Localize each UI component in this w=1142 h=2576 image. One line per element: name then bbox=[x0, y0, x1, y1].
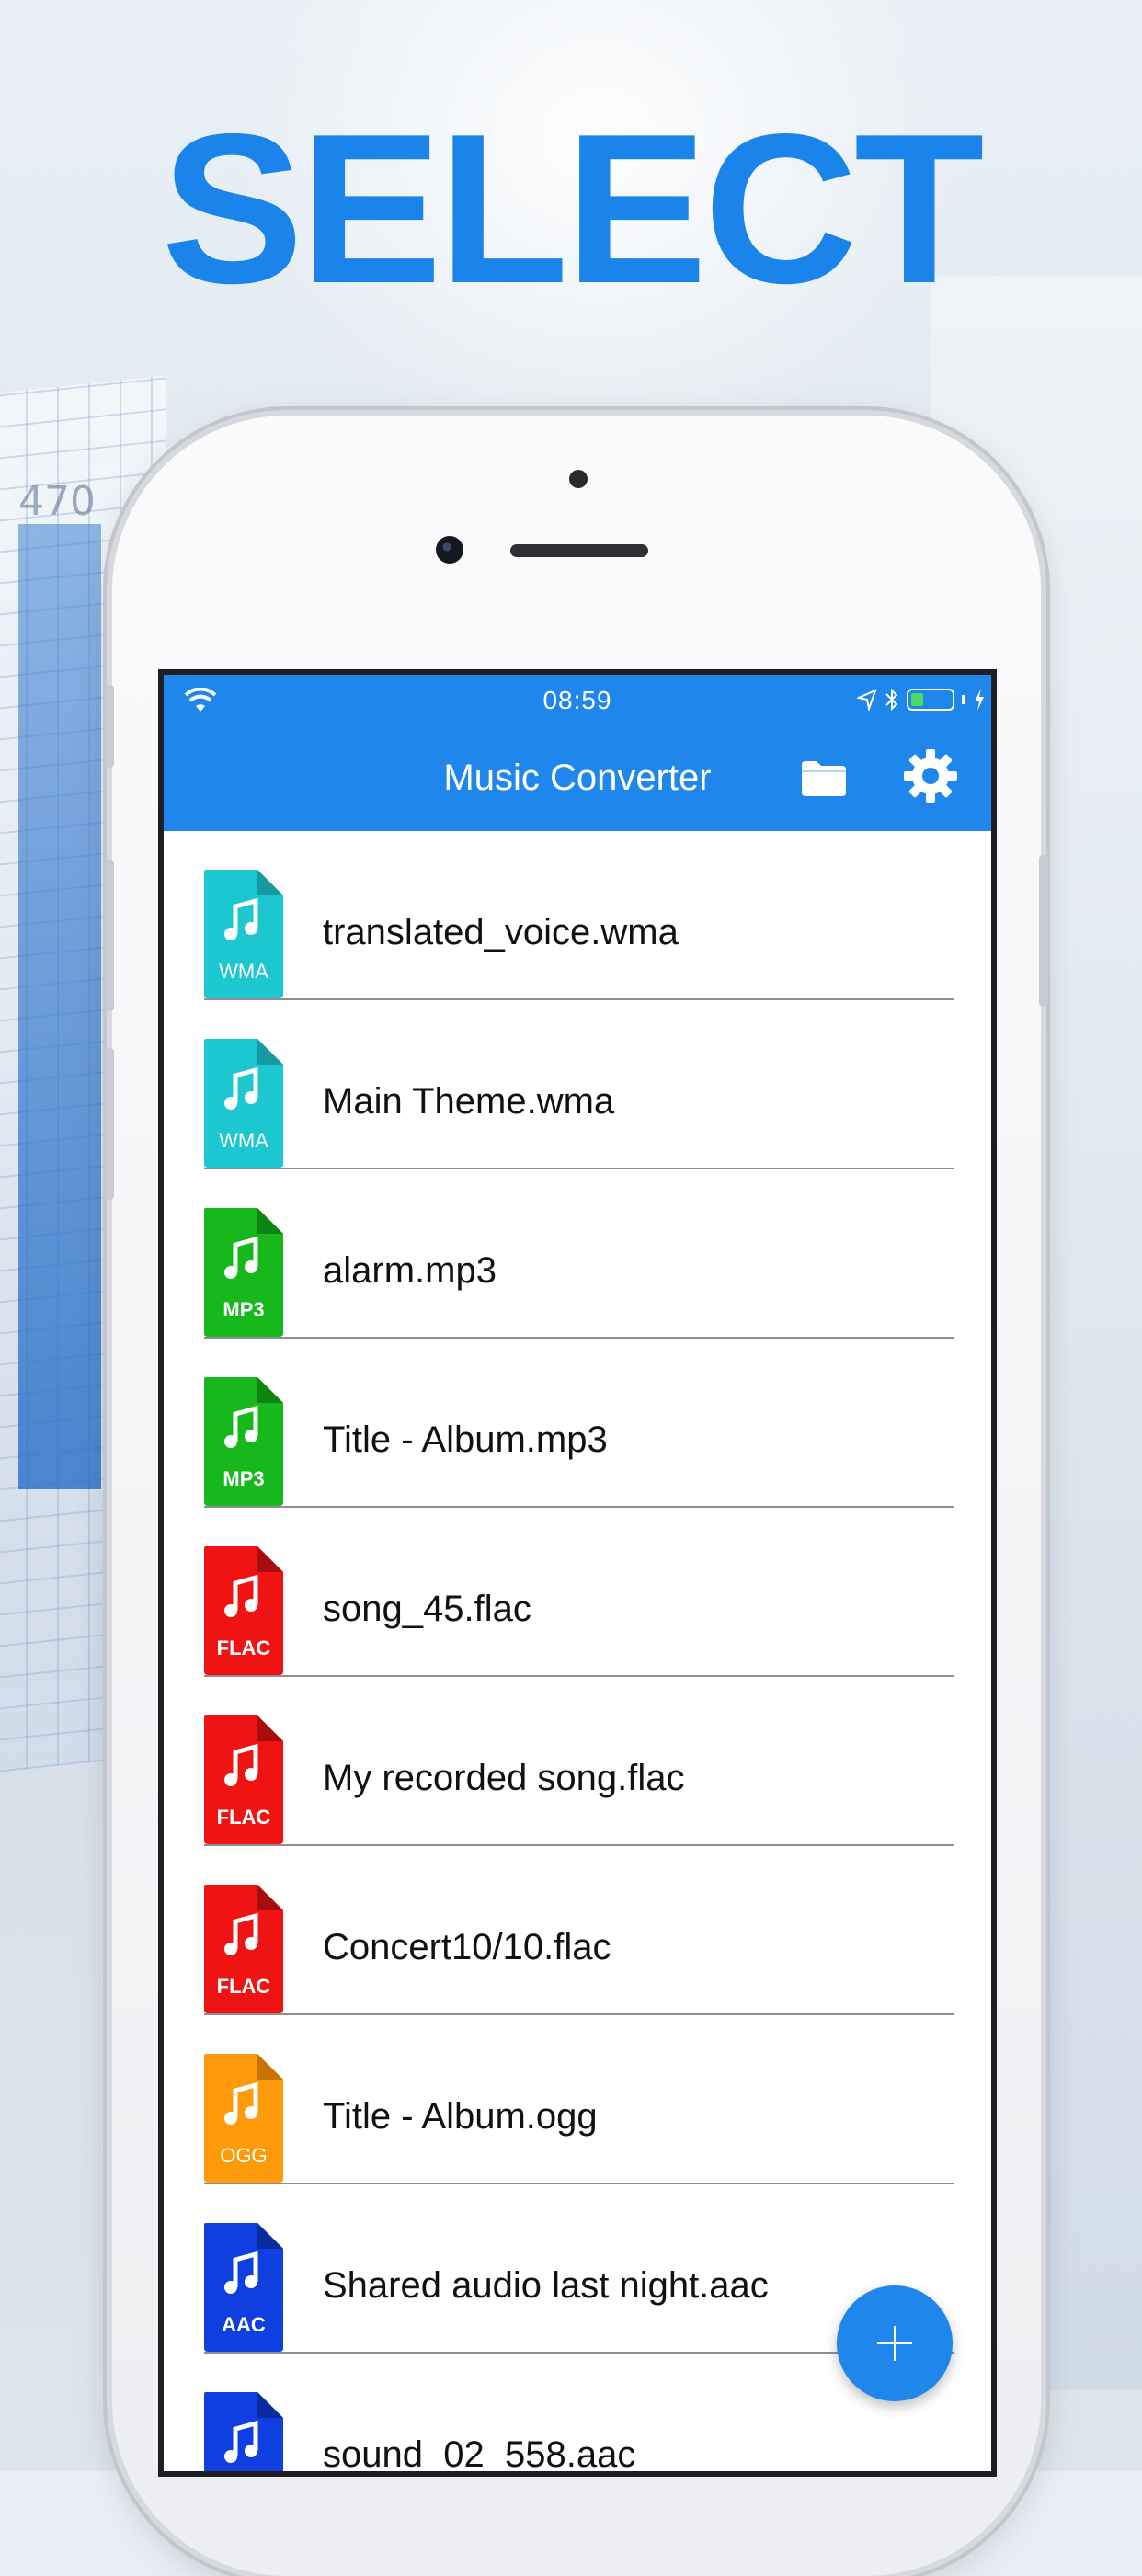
background-chart-bar bbox=[18, 524, 101, 1489]
file-name: translated_voice.wma bbox=[323, 912, 679, 952]
audio-file-icon: OGG bbox=[204, 2054, 283, 2183]
earpiece-speaker bbox=[510, 544, 648, 557]
file-name: Concert10/10.flac bbox=[323, 1927, 611, 1967]
file-list-item[interactable]: OGG Title - Album.ogg bbox=[164, 2015, 991, 2184]
file-format-label: FLAC bbox=[217, 1806, 271, 1829]
gear-icon[interactable] bbox=[901, 747, 960, 805]
file-list-item[interactable]: FLAC My recorded song.flac bbox=[164, 1677, 991, 1846]
proximity-sensor bbox=[569, 470, 588, 488]
file-list-item[interactable]: FLAC Concert10/10.flac bbox=[164, 1846, 991, 2015]
file-format-label: MP3 bbox=[223, 1298, 264, 1321]
audio-file-icon: FLAC bbox=[204, 1546, 283, 1675]
file-format-label: FLAC bbox=[217, 1975, 271, 1998]
battery-icon bbox=[907, 689, 954, 711]
front-camera bbox=[436, 536, 463, 564]
app-title: Music Converter bbox=[443, 758, 712, 798]
file-list-item[interactable]: FLAC song_45.flac bbox=[164, 1508, 991, 1677]
audio-file-icon: AAC bbox=[204, 2223, 283, 2352]
app-bar: 08:59 Music Converter bbox=[164, 675, 991, 831]
phone-mute-switch bbox=[105, 685, 114, 768]
file-name: sound_02_558.aac bbox=[323, 2434, 636, 2471]
audio-file-icon: WMA bbox=[204, 870, 283, 998]
file-name: Title - Album.mp3 bbox=[323, 1419, 608, 1460]
phone-screen: 08:59 Music Converter WMA translated_voi… bbox=[164, 675, 991, 2471]
file-format-label: OGG bbox=[220, 2144, 267, 2167]
file-name: Title - Album.ogg bbox=[323, 2096, 598, 2137]
file-list-item[interactable]: WMA translated_voice.wma bbox=[164, 831, 991, 1000]
file-list-item[interactable]: MP3 Title - Album.mp3 bbox=[164, 1339, 991, 1508]
location-icon bbox=[857, 689, 877, 711]
audio-file-icon: FLAC bbox=[204, 1715, 283, 1844]
phone-volume-up bbox=[105, 860, 114, 1011]
file-list: WMA translated_voice.wma WMA Main Theme.wma… bbox=[164, 831, 991, 2471]
file-format-label: WMA bbox=[219, 960, 268, 983]
file-list-item[interactable]: MP3 alarm.mp3 bbox=[164, 1169, 991, 1339]
plus-icon bbox=[877, 2326, 912, 2361]
audio-file-icon: AAC bbox=[204, 2392, 283, 2471]
background-chart-tick: 470 bbox=[18, 478, 96, 525]
status-bar: 08:59 bbox=[164, 675, 991, 732]
phone-power-button bbox=[1039, 855, 1048, 1007]
audio-file-icon: MP3 bbox=[204, 1208, 283, 1337]
audio-file-icon: MP3 bbox=[204, 1377, 283, 1506]
battery-cap bbox=[962, 695, 965, 704]
file-name: My recorded song.flac bbox=[323, 1758, 685, 1798]
file-list-item[interactable]: WMA Main Theme.wma bbox=[164, 1000, 991, 1169]
folder-icon[interactable] bbox=[798, 752, 850, 804]
bluetooth-icon bbox=[885, 688, 898, 712]
file-format-label: AAC bbox=[222, 2313, 266, 2336]
file-name: Shared audio last night.aac bbox=[323, 2265, 769, 2306]
file-format-label: MP3 bbox=[223, 1467, 264, 1490]
add-file-button[interactable] bbox=[837, 2285, 953, 2401]
file-name: Main Theme.wma bbox=[323, 1081, 615, 1122]
status-right bbox=[857, 688, 986, 712]
charging-icon bbox=[975, 689, 984, 711]
headline: SELECT bbox=[161, 90, 984, 328]
file-format-label: WMA bbox=[219, 1129, 268, 1152]
file-name: song_45.flac bbox=[323, 1589, 531, 1629]
audio-file-icon: WMA bbox=[204, 1039, 283, 1168]
file-name: alarm.mp3 bbox=[323, 1250, 497, 1291]
phone-volume-down bbox=[105, 1048, 114, 1200]
file-format-label: FLAC bbox=[217, 1636, 271, 1659]
audio-file-icon: FLAC bbox=[204, 1885, 283, 2013]
